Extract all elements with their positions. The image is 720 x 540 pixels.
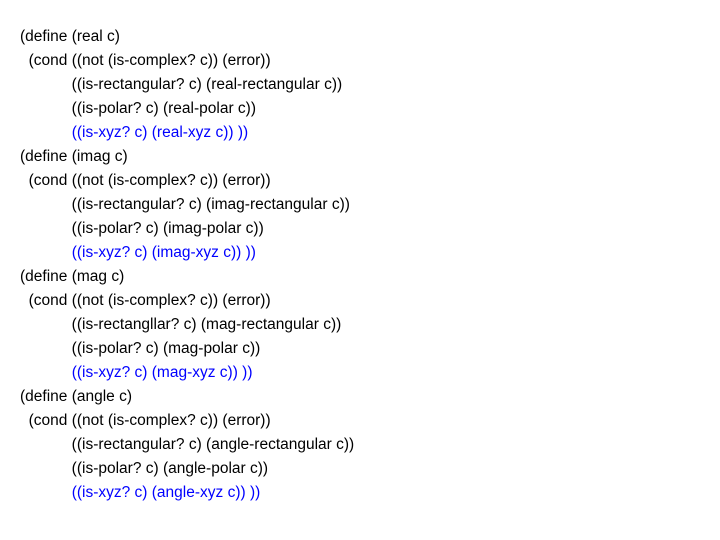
code-text-highlight: ((is-xyz? c) (real-xyz c)) )) (72, 124, 249, 141)
code-line: ((is-rectangular? c) (imag-rectangular c… (20, 193, 700, 217)
code-text-plain: ((is-rectangllar? c) (mag-rectangular c)… (20, 316, 341, 333)
code-line: (cond ((not (is-complex? c)) (error)) (20, 49, 700, 73)
code-line: ((is-polar? c) (imag-polar c)) (20, 217, 700, 241)
code-line: (define (imag c) (20, 145, 700, 169)
code-text-plain: ((is-polar? c) (real-polar c)) (20, 100, 256, 117)
code-text-highlight: ((is-xyz? c) (mag-xyz c)) )) (72, 364, 253, 381)
code-text-plain (20, 124, 72, 141)
code-text-plain (20, 484, 72, 501)
code-text-plain (20, 364, 72, 381)
code-text-highlight: ((is-xyz? c) (imag-xyz c)) )) (72, 244, 256, 261)
code-text-plain: ((is-rectangular? c) (imag-rectangular c… (20, 196, 350, 213)
code-line: ((is-polar? c) (real-polar c)) (20, 97, 700, 121)
code-text-plain: ((is-rectangular? c) (angle-rectangular … (20, 436, 354, 453)
code-line: (define (mag c) (20, 265, 700, 289)
code-line: ((is-rectangular? c) (real-rectangular c… (20, 73, 700, 97)
code-text-plain: (define (mag c) (20, 268, 124, 285)
code-text-plain: (cond ((not (is-complex? c)) (error)) (20, 172, 271, 189)
code-block: (define (real c) (cond ((not (is-complex… (20, 25, 700, 505)
code-line: (define (angle c) (20, 385, 700, 409)
code-text-plain: ((is-polar? c) (mag-polar c)) (20, 340, 260, 357)
code-line: ((is-xyz? c) (imag-xyz c)) )) (20, 241, 700, 265)
code-line: (cond ((not (is-complex? c)) (error)) (20, 169, 700, 193)
code-text-plain: (define (imag c) (20, 148, 128, 165)
code-line: (define (real c) (20, 25, 700, 49)
code-text-plain: ((is-polar? c) (imag-polar c)) (20, 220, 264, 237)
code-line: ((is-polar? c) (mag-polar c)) (20, 337, 700, 361)
code-line: (cond ((not (is-complex? c)) (error)) (20, 409, 700, 433)
code-line: ((is-rectangllar? c) (mag-rectangular c)… (20, 313, 700, 337)
code-line: ((is-polar? c) (angle-polar c)) (20, 457, 700, 481)
code-line: ((is-xyz? c) (mag-xyz c)) )) (20, 361, 700, 385)
code-line: ((is-xyz? c) (real-xyz c)) )) (20, 121, 700, 145)
code-line: (cond ((not (is-complex? c)) (error)) (20, 289, 700, 313)
code-text-plain: (cond ((not (is-complex? c)) (error)) (20, 292, 271, 309)
code-text-plain: (define (real c) (20, 28, 120, 45)
code-line: ((is-xyz? c) (angle-xyz c)) )) (20, 481, 700, 505)
code-text-plain: ((is-rectangular? c) (real-rectangular c… (20, 76, 342, 93)
code-line: ((is-rectangular? c) (angle-rectangular … (20, 433, 700, 457)
code-text-plain: (cond ((not (is-complex? c)) (error)) (20, 52, 271, 69)
code-text-plain: ((is-polar? c) (angle-polar c)) (20, 460, 268, 477)
code-text-plain: (define (angle c) (20, 388, 132, 405)
code-text-plain (20, 244, 72, 261)
code-text-plain: (cond ((not (is-complex? c)) (error)) (20, 412, 271, 429)
code-text-highlight: ((is-xyz? c) (angle-xyz c)) )) (72, 484, 261, 501)
